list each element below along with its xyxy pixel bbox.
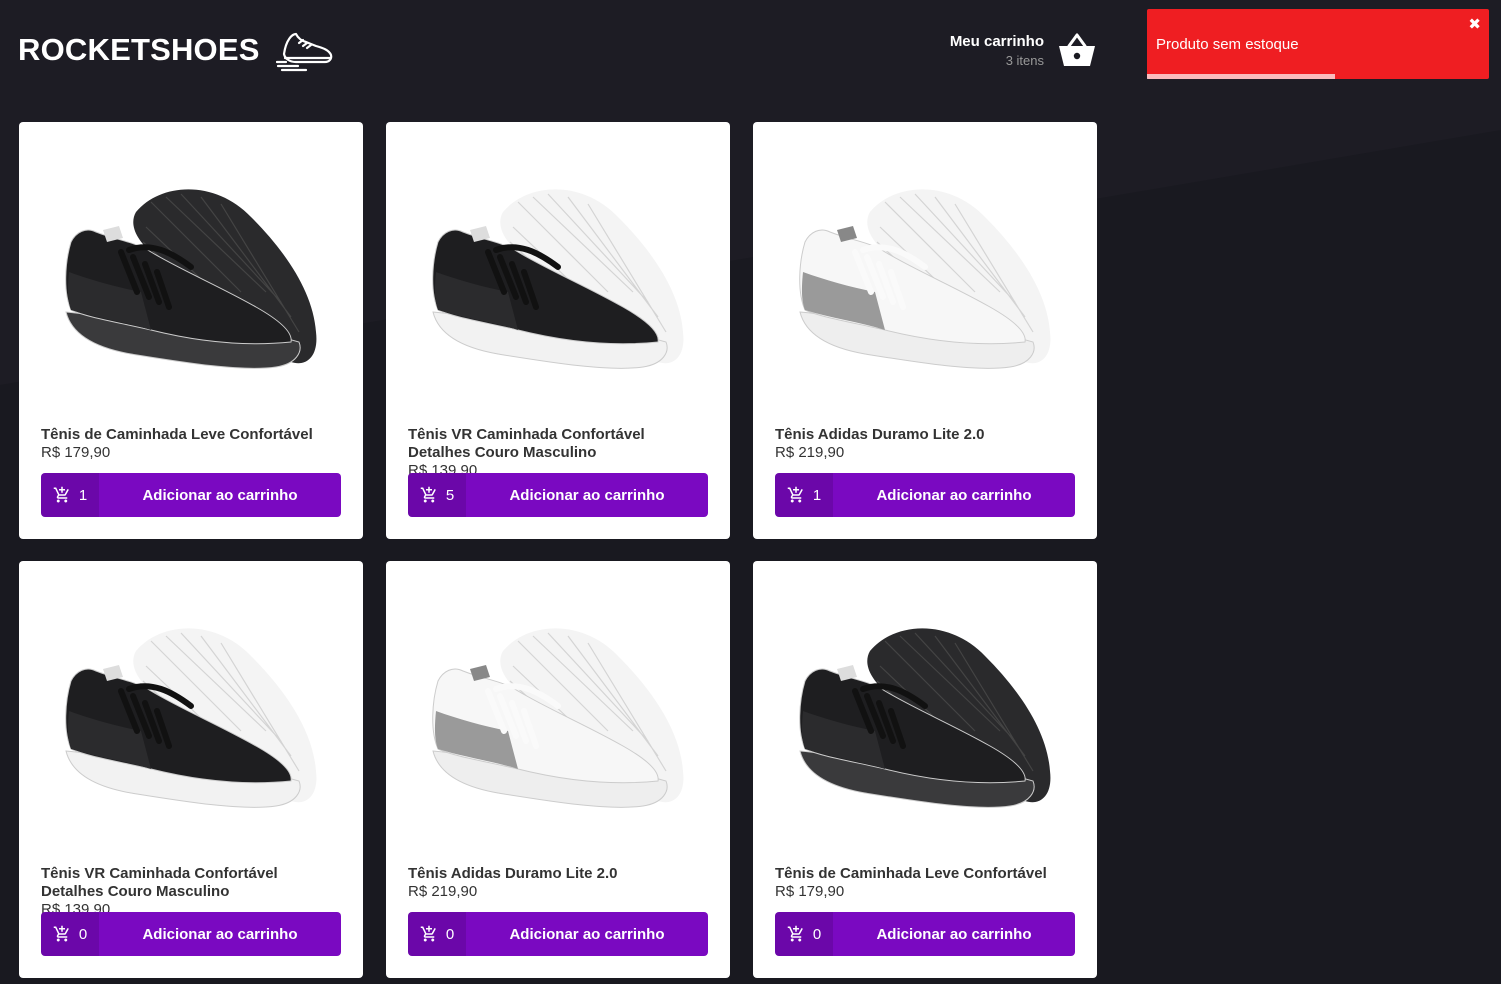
sneaker-icon [275, 32, 332, 72]
product-price: R$ 219,90 [775, 444, 845, 461]
cart-amount: 0 [408, 912, 466, 956]
amount-text: 1 [812, 486, 822, 504]
product-image [65, 189, 317, 369]
product-title: Tênis VR Caminhada Confortável Detalhes … [408, 426, 645, 461]
add-to-cart-button[interactable]: 0 Adicionar ao carrinho [41, 912, 341, 956]
add-to-cart-label: Adicionar ao carrinho [142, 925, 298, 943]
toast-message: Produto sem estoque [1156, 36, 1299, 53]
header: ROCKETSHOES Meu carrinho 3 itens [18, 20, 1096, 80]
cart-title: Meu carrinho [949, 32, 1044, 50]
close-icon[interactable]: ✖ [1468, 17, 1481, 32]
add-shopping-cart-icon [787, 925, 803, 942]
amount-text: 0 [78, 925, 88, 943]
add-shopping-cart-icon [420, 486, 436, 503]
product-image [432, 628, 684, 808]
product-title: Tênis VR Caminhada Confortável Detalhes … [41, 865, 278, 900]
product-title: Tênis Adidas Duramo Lite 2.0 [775, 426, 985, 443]
amount-text: 0 [445, 925, 455, 943]
toast-progress-bar [1147, 74, 1336, 79]
add-to-cart-button[interactable]: 1 Adicionar ao carrinho [775, 473, 1075, 517]
product-image [432, 189, 684, 369]
logo-link[interactable]: ROCKETSHOES [18, 28, 334, 72]
add-to-cart-label: Adicionar ao carrinho [876, 486, 1032, 504]
cart-link[interactable]: Meu carrinho 3 itens [950, 32, 1096, 68]
cart-amount: 0 [41, 912, 99, 956]
product-image [799, 189, 1051, 369]
product-list: Tênis de Caminhada Leve Confortável R$ 1… [19, 122, 1097, 978]
add-to-cart-button[interactable]: 1 Adicionar ao carrinho [41, 473, 341, 517]
product-price: R$ 219,90 [408, 883, 478, 900]
product-image [65, 628, 317, 808]
product-title: Tênis de Caminhada Leve Confortável [41, 426, 313, 443]
add-shopping-cart-icon [420, 925, 436, 942]
add-to-cart-label: Adicionar ao carrinho [142, 486, 298, 504]
add-to-cart-button[interactable]: 0 Adicionar ao carrinho [775, 912, 1075, 956]
amount-text: 5 [445, 486, 455, 504]
product-card: Tênis Adidas Duramo Lite 2.0 R$ 219,90 1… [753, 122, 1097, 539]
product-card: Tênis VR Caminhada Confortável Detalhes … [386, 122, 730, 539]
product-price: R$ 179,90 [775, 883, 845, 900]
add-to-cart-label: Adicionar ao carrinho [876, 925, 1032, 943]
add-to-cart-label: Adicionar ao carrinho [509, 925, 665, 943]
cart-amount: 1 [775, 473, 833, 517]
cart-amount: 0 [775, 912, 833, 956]
logo-text: ROCKETSHOES [18, 32, 260, 67]
product-card: Tênis de Caminhada Leve Confortável R$ 1… [19, 122, 363, 539]
add-to-cart-label: Adicionar ao carrinho [509, 486, 665, 504]
cart-amount: 5 [408, 473, 466, 517]
product-image [799, 628, 1051, 808]
product-title: Tênis Adidas Duramo Lite 2.0 [408, 865, 618, 882]
product-card: Tênis de Caminhada Leve Confortável R$ 1… [753, 561, 1097, 978]
amount-text: 1 [78, 486, 88, 504]
add-shopping-cart-icon [53, 925, 69, 942]
add-shopping-cart-icon [53, 486, 69, 503]
cart-text: Meu carrinho 3 itens [950, 33, 1044, 68]
product-price: R$ 179,90 [41, 444, 111, 461]
product-card: Tênis Adidas Duramo Lite 2.0 R$ 219,90 0… [386, 561, 730, 978]
amount-text: 0 [812, 925, 822, 943]
cart-amount: 1 [41, 473, 99, 517]
basket-icon [1059, 33, 1095, 66]
add-to-cart-button[interactable]: 0 Adicionar ao carrinho [408, 912, 708, 956]
product-title: Tênis de Caminhada Leve Confortável [775, 865, 1047, 882]
product-card: Tênis VR Caminhada Confortável Detalhes … [19, 561, 363, 978]
toast-notification: Produto sem estoque ✖ [1147, 9, 1489, 79]
cart-count: 3 itens [1005, 52, 1044, 68]
add-to-cart-button[interactable]: 5 Adicionar ao carrinho [408, 473, 708, 517]
add-shopping-cart-icon [787, 486, 803, 503]
